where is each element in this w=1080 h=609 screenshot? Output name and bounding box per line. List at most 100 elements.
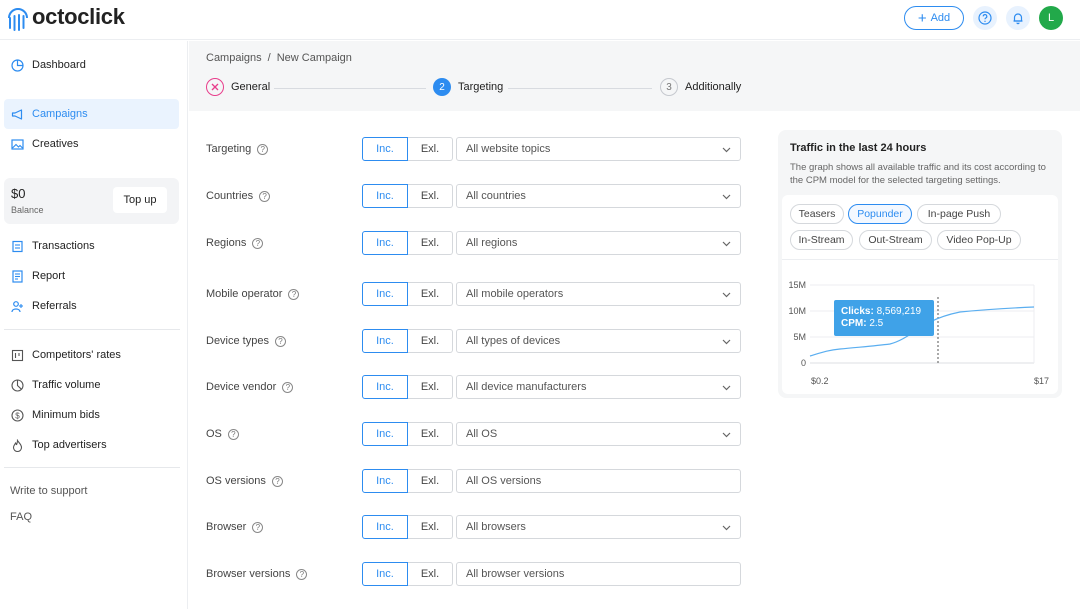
regions-select[interactable]: All regions — [456, 231, 741, 255]
exclude-button[interactable]: Exl. — [408, 282, 453, 306]
include-exclude-toggle: Inc. Exl. — [362, 231, 453, 255]
sidebar-item-report[interactable]: Report — [4, 261, 179, 291]
help-icon[interactable]: ? — [296, 568, 308, 580]
field-label-text: Targeting — [206, 143, 252, 155]
top-up-button[interactable]: Top up — [113, 187, 167, 213]
include-button[interactable]: Inc. — [362, 422, 408, 446]
chip-in-stream[interactable]: In-Stream — [790, 230, 853, 250]
field-label-text: Browser versions — [206, 568, 291, 580]
breadcrumb-campaigns[interactable]: Campaigns — [206, 52, 262, 64]
exclude-button[interactable]: Exl. — [408, 469, 453, 493]
notifications-button[interactable] — [1006, 6, 1030, 30]
chip-video-pop-up[interactable]: Video Pop-Up — [937, 230, 1021, 250]
include-button[interactable]: Inc. — [362, 137, 408, 161]
select-value: All countries — [466, 190, 526, 202]
chip-in-page-push[interactable]: In-page Push — [917, 204, 1001, 224]
transactions-icon — [10, 239, 24, 253]
chevron-down-icon — [722, 432, 731, 438]
include-exclude-toggle: Inc. Exl. — [362, 137, 453, 161]
include-button[interactable]: Inc. — [362, 469, 408, 493]
breadcrumb: Campaigns / New Campaign — [206, 52, 352, 64]
help-icon[interactable]: ? — [259, 190, 271, 202]
top-header: octoclick + Add L — [0, 0, 1080, 40]
help-icon[interactable]: ? — [288, 288, 300, 300]
sidebar-item-label: Traffic volume — [32, 379, 101, 391]
field-label: Countries? — [206, 190, 271, 202]
step-targeting[interactable]: 2 Targeting — [433, 78, 503, 96]
field-label: Targeting? — [206, 143, 269, 155]
include-button[interactable]: Inc. — [362, 231, 408, 255]
include-button[interactable]: Inc. — [362, 282, 408, 306]
browser-versions-input[interactable]: All browser versions — [456, 562, 741, 586]
user-avatar[interactable]: L — [1039, 6, 1063, 30]
step-label: General — [231, 81, 271, 93]
sidebar-item-referrals[interactable]: Referrals — [4, 291, 179, 321]
mobile-operator-select[interactable]: All mobile operators — [456, 282, 741, 306]
chevron-down-icon — [722, 525, 731, 531]
sidebar-item-label: Competitors' rates — [32, 349, 121, 361]
exclude-button[interactable]: Exl. — [408, 422, 453, 446]
help-icon[interactable]: ? — [271, 475, 283, 487]
select-value: All OS versions — [466, 475, 542, 487]
os-select[interactable]: All OS — [456, 422, 741, 446]
device-vendor-select[interactable]: All device manufacturers — [456, 375, 741, 399]
sidebar-item-traffic-volume[interactable]: Traffic volume — [4, 370, 179, 400]
field-label: Device types? — [206, 335, 286, 347]
help-icon[interactable]: ? — [257, 143, 269, 155]
select-value: All mobile operators — [466, 288, 564, 300]
include-button[interactable]: Inc. — [362, 329, 408, 353]
countries-select[interactable]: All countries — [456, 184, 741, 208]
include-exclude-toggle: Inc. Exl. — [362, 469, 453, 493]
sidebar-item-competitors-rates[interactable]: Competitors' rates — [4, 340, 179, 370]
os-versions-input[interactable]: All OS versions — [456, 469, 741, 493]
faq-link[interactable]: FAQ — [10, 511, 32, 523]
pie-icon — [10, 378, 24, 392]
exclude-button[interactable]: Exl. — [408, 137, 453, 161]
logo[interactable]: octoclick — [7, 4, 125, 32]
field-label: OS? — [206, 428, 239, 440]
sidebar-item-campaigns[interactable]: Campaigns — [4, 99, 179, 129]
select-value: All website topics — [466, 143, 551, 155]
exclude-button[interactable]: Exl. — [408, 231, 453, 255]
sidebar-item-label: Top advertisers — [32, 439, 107, 451]
include-button[interactable]: Inc. — [362, 515, 408, 539]
help-icon[interactable]: ? — [252, 237, 264, 249]
field-label: OS versions? — [206, 475, 283, 487]
step-number: 2 — [433, 78, 451, 96]
traffic-card-description: The graph shows all available traffic an… — [790, 162, 1046, 186]
help-button[interactable] — [973, 6, 997, 30]
field-label-text: Regions — [206, 237, 247, 249]
help-icon[interactable]: ? — [282, 381, 294, 393]
sidebar-item-dashboard[interactable]: Dashboard — [4, 50, 179, 80]
exclude-button[interactable]: Exl. — [408, 515, 453, 539]
sidebar-item-creatives[interactable]: Creatives — [4, 129, 179, 159]
include-button[interactable]: Inc. — [362, 375, 408, 399]
write-to-support-link[interactable]: Write to support — [10, 485, 87, 497]
include-button[interactable]: Inc. — [362, 562, 408, 586]
targeting-select[interactable]: All website topics — [456, 137, 741, 161]
chip-out-stream[interactable]: Out-Stream — [859, 230, 932, 250]
octopus-logo-icon — [8, 8, 28, 31]
exclude-button[interactable]: Exl. — [408, 375, 453, 399]
device-types-select[interactable]: All types of devices — [456, 329, 741, 353]
help-icon[interactable]: ? — [252, 521, 264, 533]
help-icon[interactable]: ? — [227, 428, 239, 440]
chip-teasers[interactable]: Teasers — [790, 204, 844, 224]
exclude-button[interactable]: Exl. — [408, 184, 453, 208]
step-general[interactable]: General — [206, 78, 270, 96]
browser-select[interactable]: All browsers — [456, 515, 741, 539]
plus-icon: + — [917, 9, 927, 27]
step-additionally[interactable]: 3 Additionally — [660, 78, 741, 96]
sidebar-item-transactions[interactable]: Transactions — [4, 231, 179, 261]
help-icon[interactable]: ? — [274, 335, 286, 347]
form-row-mobile-operator: Mobile operator? Inc. Exl. All mobile opera… — [206, 282, 746, 306]
exclude-button[interactable]: Exl. — [408, 562, 453, 586]
help-icon — [978, 11, 992, 25]
add-button[interactable]: + Add — [904, 6, 964, 30]
exclude-button[interactable]: Exl. — [408, 329, 453, 353]
chip-popunder[interactable]: Popunder — [848, 204, 912, 224]
sidebar-item-minimum-bids[interactable]: $ Minimum bids — [4, 400, 179, 430]
sidebar-item-top-advertisers[interactable]: Top advertisers — [4, 430, 179, 460]
include-button[interactable]: Inc. — [362, 184, 408, 208]
select-value: All browser versions — [466, 568, 565, 580]
